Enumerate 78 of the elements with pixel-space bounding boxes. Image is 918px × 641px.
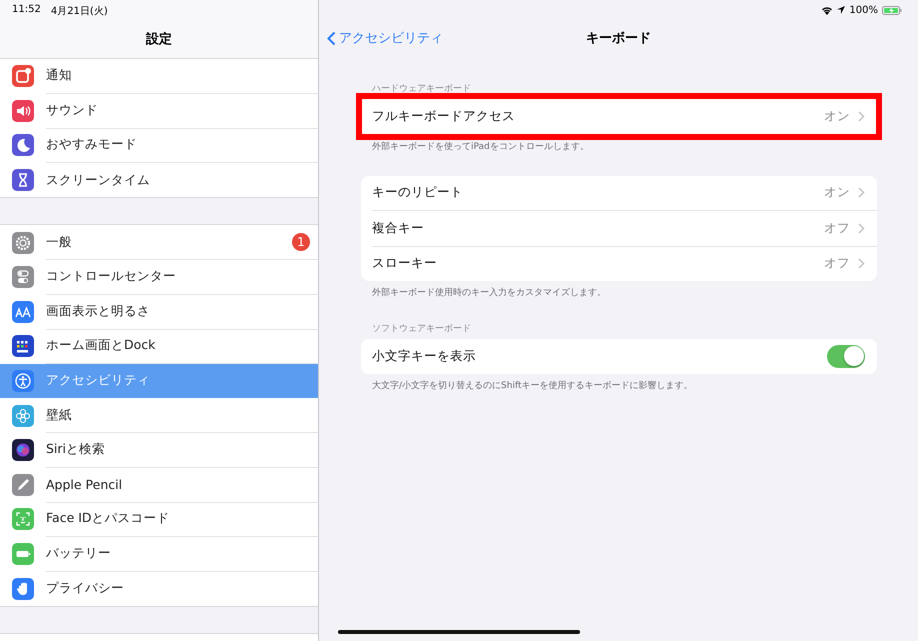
chevron-icon (858, 187, 865, 198)
sidebar-item-label: 壁紙 (46, 406, 73, 424)
status-time: 11:52 (12, 4, 41, 17)
notification-badge: 1 (292, 233, 310, 252)
row-label: 小文字キーを表示 (372, 348, 477, 365)
sidebar-item[interactable]: 壁紙 (0, 398, 318, 433)
sidebar-item-label: アクセシビリティ (46, 372, 151, 390)
row-label: スローキー (372, 255, 438, 272)
accessibility-icon (12, 370, 34, 392)
sidebar-item[interactable]: 画面表示と明るさ (0, 294, 318, 330)
battery-icon (12, 543, 34, 566)
pencil-icon (12, 474, 34, 496)
switches-icon (12, 266, 34, 288)
section-footer: 大文字/小文字を切り替えるのにShiftキーを使用するキーボードに影響します。 (361, 374, 877, 392)
row-value: オフ (824, 255, 850, 272)
section-header: ソフトウェアキーボード (371, 323, 472, 336)
sidebar-item-label: プライバシー (46, 580, 125, 598)
settings-row[interactable]: 小文字キーを表示 (372, 339, 877, 374)
app-grid-icon (12, 335, 34, 358)
sidebar-item[interactable]: Face IDとパスコード (0, 502, 318, 537)
row-label: キーのリピート (372, 184, 464, 202)
gear-icon (12, 232, 34, 254)
chevron-left-icon (327, 30, 336, 46)
settings-row[interactable]: キーのリピート オン (372, 176, 877, 211)
row-label: 複合キー (372, 220, 425, 237)
sidebar-item[interactable]: バッテリー (0, 536, 318, 572)
sidebar-title: 設定 (144, 30, 173, 48)
section-header: ハードウェアキーボード (371, 83, 472, 96)
page-title: キーボード (586, 30, 651, 47)
sidebar-item[interactable]: 一般 1 (0, 225, 318, 260)
sidebar-item[interactable]: サウンド (0, 94, 318, 128)
hourglass-icon (12, 169, 34, 192)
sidebar-item-label: Apple Pencil (46, 476, 124, 492)
sidebar-item-label: バッテリー (46, 545, 112, 562)
sidebar-item[interactable]: おやすみモード (0, 128, 318, 163)
chevron-icon (858, 110, 865, 122)
settings-row[interactable]: フルキーボードアクセス オン (372, 99, 877, 134)
sidebar-item[interactable]: Siriと検索 (0, 432, 318, 468)
sidebar-item-label: スクリーンタイム (46, 172, 151, 189)
battery-charging-icon (882, 6, 902, 14)
sidebar-item[interactable]: Apple Pencil (0, 468, 318, 502)
row-value: オン (824, 108, 850, 125)
flower-icon (12, 404, 34, 427)
face-scan-icon (12, 508, 34, 530)
sidebar-item-label: 通知 (46, 67, 73, 84)
row-label: フルキーボードアクセス (372, 108, 516, 125)
orb-icon (12, 439, 34, 462)
sidebar-item-label: 一般 (46, 234, 73, 251)
moon-icon (12, 134, 34, 156)
speaker-icon (12, 100, 34, 122)
text-size-icon (12, 300, 34, 323)
sidebar-item-label: 画面表示と明るさ (46, 302, 151, 320)
sidebar-item-label: Face IDとパスコード (46, 510, 171, 528)
settings-row[interactable]: スローキー オフ (372, 246, 877, 281)
status-date: 4月21日(火) (50, 4, 108, 18)
section-footer: 外部キーボード使用時のキー入力をカスタマイズします。 (361, 281, 877, 299)
row-value: オン (824, 184, 850, 202)
settings-row[interactable]: 複合キー オフ (372, 211, 877, 246)
sidebar-item[interactable]: コントロールセンター (0, 260, 318, 295)
hand-icon (12, 578, 34, 600)
back-button[interactable]: アクセシビリティ (327, 29, 443, 47)
location-arrow-icon (837, 6, 846, 14)
sidebar-item[interactable]: 通知 (0, 59, 318, 94)
sidebar-item-label: Siriと検索 (46, 441, 106, 458)
sidebar-item-label: サウンド (46, 102, 99, 119)
sidebar-item-label: ホーム画面とDock (46, 337, 156, 354)
row-value: オフ (824, 220, 850, 237)
battery-percent: 100% (849, 4, 878, 16)
sidebar-item-label: おやすみモード (46, 136, 138, 154)
sidebar-item[interactable]: プライバシー (0, 571, 318, 606)
sidebar-item[interactable]: スクリーンタイム (0, 162, 318, 198)
chevron-icon (858, 258, 865, 270)
wifi-icon (821, 6, 834, 14)
section-footer: 外部キーボードを使ってiPadをコントロールします。 (361, 134, 877, 152)
notification-icon (12, 65, 34, 88)
toggle-switch[interactable] (827, 344, 865, 368)
sidebar-item-label: コントロールセンター (46, 268, 177, 286)
chevron-icon (858, 222, 865, 234)
